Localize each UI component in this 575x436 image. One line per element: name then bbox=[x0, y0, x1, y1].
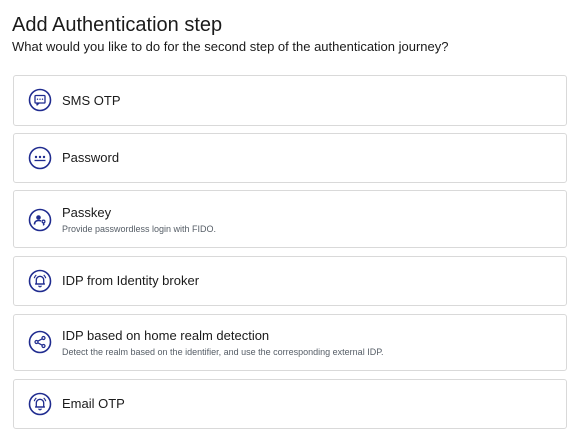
passkey-icon bbox=[28, 208, 52, 232]
message-icon bbox=[28, 88, 52, 112]
bell-icon bbox=[28, 269, 52, 293]
password-dots-icon bbox=[28, 146, 52, 170]
option-description: Detect the realm based on the identifier… bbox=[62, 347, 384, 357]
option-label: Password bbox=[62, 150, 120, 165]
option-description: Provide passwordless login with FIDO. bbox=[62, 224, 217, 234]
option-label: Passkey bbox=[62, 205, 112, 220]
option-idp-home-realm-detection[interactable]: IDP based on home realm detection Detect… bbox=[13, 314, 567, 371]
option-email-otp[interactable]: Email OTP bbox=[13, 379, 567, 429]
option-label: IDP based on home realm detection bbox=[62, 328, 270, 343]
option-label: IDP from Identity broker bbox=[62, 273, 200, 288]
bell-icon bbox=[28, 392, 52, 416]
option-sms-otp[interactable]: SMS OTP bbox=[13, 75, 567, 126]
page-title: Add Authentication step bbox=[12, 14, 223, 36]
page-subtitle: What would you like to do for the second… bbox=[12, 39, 449, 54]
share-icon bbox=[28, 330, 52, 354]
add-authentication-step-page: Add Authentication step What would you l… bbox=[0, 0, 575, 436]
option-passkey[interactable]: Passkey Provide passwordless login with … bbox=[13, 190, 567, 248]
option-idp-identity-broker[interactable]: IDP from Identity broker bbox=[13, 256, 567, 306]
option-label: SMS OTP bbox=[62, 93, 121, 108]
option-password[interactable]: Password bbox=[13, 133, 567, 183]
option-label: Email OTP bbox=[62, 396, 125, 411]
